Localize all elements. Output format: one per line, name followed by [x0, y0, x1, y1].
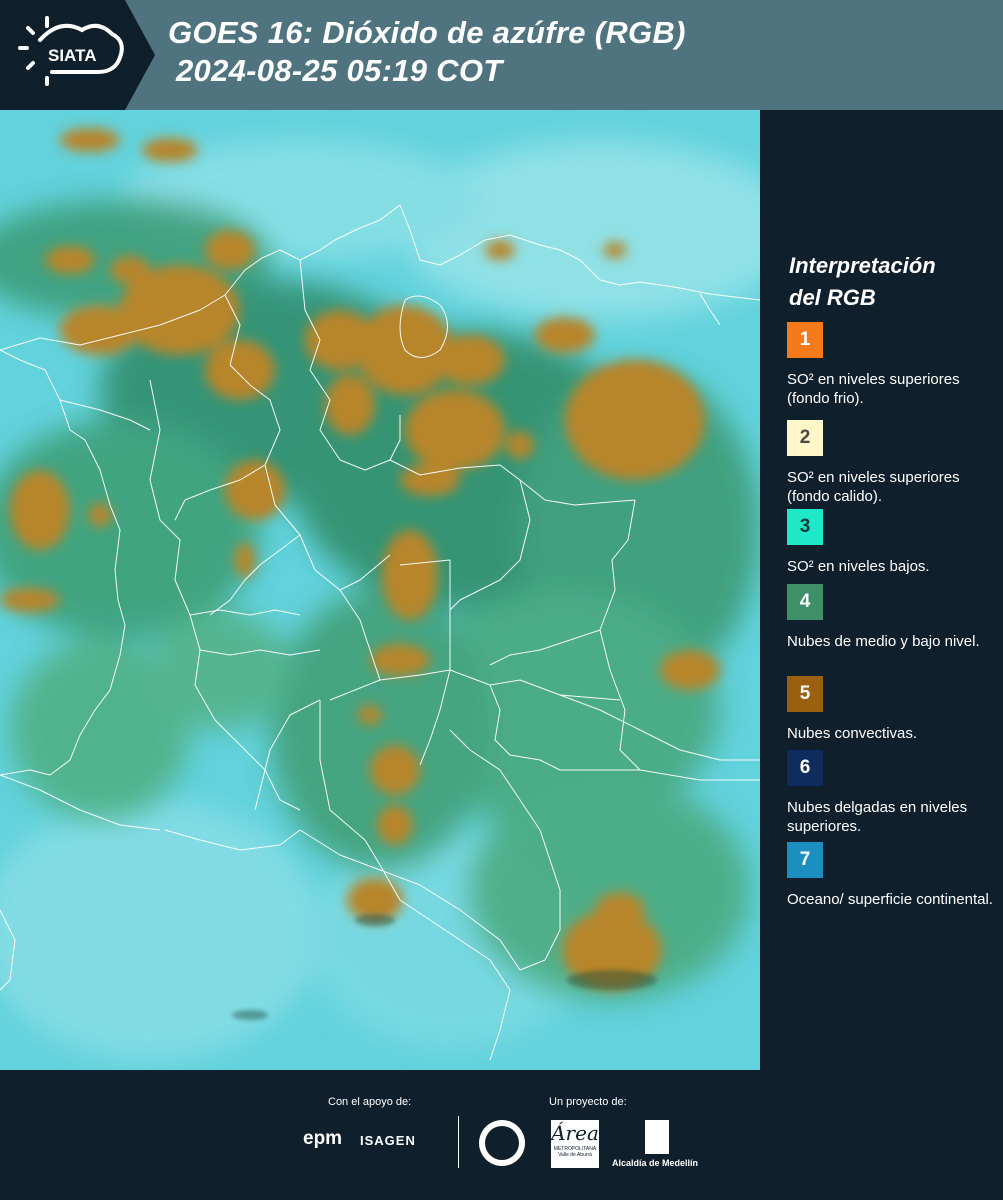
epm-logo: epm	[303, 1128, 343, 1149]
legend-label-4: Nubes de medio y bajo nivel.	[787, 633, 980, 650]
alcaldia-crest-icon	[645, 1120, 669, 1154]
satellite-map	[0, 110, 760, 1070]
alcaldia-label: Alcaldía de Medellín	[612, 1158, 699, 1168]
area-logo-text: Área	[551, 1121, 599, 1145]
page-title: GOES 16: Dióxido de azúfre (RGB) 2024-08…	[168, 14, 686, 90]
medellin-seal-icon	[479, 1120, 525, 1166]
legend-item-1: 1 SO² en niveles superiores (fondo frio)…	[787, 322, 997, 408]
legend-swatch-2: 2	[787, 420, 823, 456]
support-label: Con el apoyo de:	[328, 1096, 412, 1108]
legend-item-2: 2 SO² en niveles superiores (fondo calid…	[787, 420, 997, 506]
legend-label-6: Nubes delgadas en niveles superiores.	[787, 799, 968, 835]
legend-item-7: 7 Oceano/ superficie continental.	[787, 842, 997, 909]
legend-item-5: 5 Nubes convectivas.	[787, 676, 997, 743]
legend-item-6: 6 Nubes delgadas en niveles superiores.	[787, 750, 997, 836]
legend-item-3: 3 SO² en niveles bajos.	[787, 509, 997, 576]
legend-swatch-7: 7	[787, 842, 823, 878]
legend-item-4: 4 Nubes de medio y bajo nivel.	[787, 584, 997, 651]
legend-swatch-4: 4	[787, 584, 823, 620]
svg-text:SIATA: SIATA	[48, 46, 96, 65]
legend-swatch-5: 5	[787, 676, 823, 712]
siata-logo: SIATA	[0, 0, 155, 110]
legend-label-1: SO² en niveles superiores (fondo frio).	[787, 371, 960, 407]
legend-label-2: SO² en niveles superiores (fondo calido)…	[787, 469, 960, 505]
project-label: Un proyecto de:	[549, 1096, 627, 1108]
isagen-logo: ISAGEN	[360, 1133, 416, 1148]
legend-label-7: Oceano/ superficie continental.	[787, 891, 993, 908]
title-product: GOES 16: Dióxido de azúfre (RGB)	[168, 15, 686, 50]
legend-swatch-1: 1	[787, 322, 823, 358]
footer-divider	[458, 1116, 459, 1168]
legend-swatch-3: 3	[787, 509, 823, 545]
siata-logo-icon: SIATA	[0, 0, 155, 110]
footer: Con el apoyo de: Un proyecto de: epm ISA…	[0, 1070, 1003, 1200]
legend-label-5: Nubes convectivas.	[787, 725, 918, 742]
legend-title: Interpretación del RGB	[789, 250, 936, 314]
legend-label-3: SO² en niveles bajos.	[787, 558, 930, 575]
legend-title-line2: del RGB	[789, 285, 876, 310]
header-bar: SIATA GOES 16: Dióxido de azúfre (RGB) 2…	[0, 0, 1003, 110]
satellite-map-image	[0, 110, 760, 1070]
title-timestamp: 2024-08-25 05:19 COT	[176, 53, 503, 88]
legend-title-line1: Interpretación	[789, 253, 936, 278]
legend-swatch-6: 6	[787, 750, 823, 786]
legend-panel: Interpretación del RGB 1 SO² en niveles …	[760, 110, 1003, 1070]
area-metropolitana-logo: Área METROPOLITANA Valle de Aburrá	[551, 1120, 599, 1168]
area-logo-subtext: METROPOLITANA Valle de Aburrá	[553, 1146, 597, 1158]
